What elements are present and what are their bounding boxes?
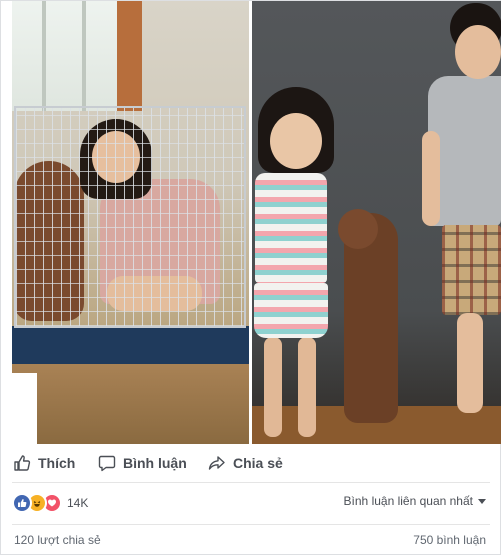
facebook-post: Thích Bình luận Chia sẻ 14K Bình luận li (0, 0, 501, 555)
like-reaction-icon (12, 493, 32, 513)
like-button[interactable]: Thích (13, 445, 75, 481)
comment-label: Bình luận (123, 455, 187, 471)
share-button[interactable]: Chia sẻ (208, 445, 283, 481)
reactions-summary[interactable]: 14K (12, 491, 88, 515)
share-label: Chia sẻ (233, 455, 283, 471)
sort-label: Bình luận liên quan nhất (343, 494, 473, 508)
girl (255, 173, 327, 283)
comment-sort-dropdown[interactable]: Bình luận liên quan nhất (344, 494, 486, 508)
share-count[interactable]: 120 lượt chia sẻ (14, 533, 101, 547)
photo-kids-and-dog[interactable] (252, 1, 501, 444)
cage (14, 106, 246, 328)
photo-girl-in-cage[interactable] (12, 1, 249, 444)
like-label: Thích (38, 455, 76, 471)
thumbs-up-icon (13, 454, 31, 472)
window (12, 1, 117, 111)
share-arrow-icon (208, 454, 226, 472)
divider (12, 482, 490, 483)
comment-button[interactable]: Bình luận (98, 445, 187, 481)
photo-collage (12, 1, 501, 444)
comment-bubble-icon (98, 454, 116, 472)
caret-down-icon (478, 498, 486, 504)
comment-count[interactable]: 750 bình luận (413, 533, 486, 547)
divider (12, 524, 490, 525)
reaction-count: 14K (67, 496, 89, 510)
post-actions: Thích Bình luận Chia sẻ (1, 445, 501, 481)
cage-tray (12, 326, 249, 364)
